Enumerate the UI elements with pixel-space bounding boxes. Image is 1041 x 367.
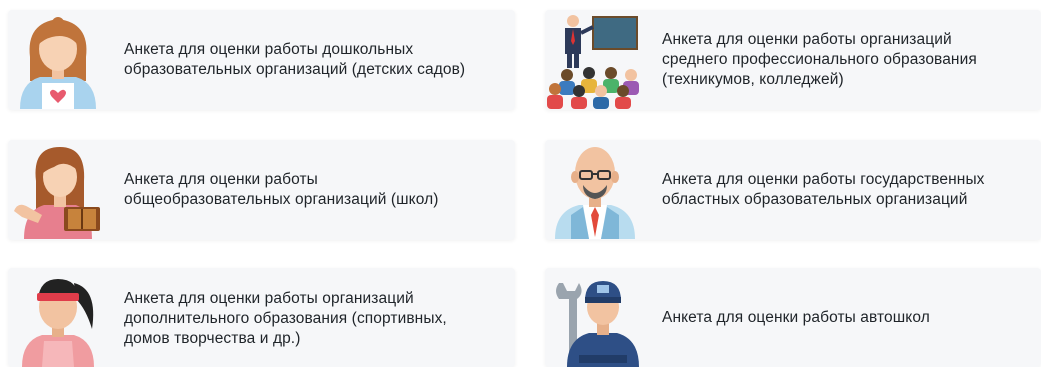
survey-card-colleges[interactable]: Анкета для оценки работы организаций сред… bbox=[545, 10, 1041, 110]
female-teacher-kindergarten-icon bbox=[10, 10, 106, 110]
card-label: Анкета для оценки работы организаций допо… bbox=[124, 290, 447, 347]
survey-card-schools[interactable]: Анкета для оценки работы общеобразователь… bbox=[8, 140, 515, 240]
mechanic-with-wrench-icon bbox=[545, 268, 645, 367]
survey-card-driving-schools[interactable]: Анкета для оценки работы автошкол bbox=[545, 268, 1041, 367]
card-label: Анкета для оценки работы общеобразователь… bbox=[124, 171, 439, 208]
sports-coach-headband-icon bbox=[10, 268, 106, 367]
survey-card-kindergartens[interactable]: Анкета для оценки работы дошкольных образ… bbox=[8, 10, 515, 110]
bald-man-with-glasses-icon bbox=[545, 140, 645, 240]
survey-card-additional-education[interactable]: Анкета для оценки работы организаций допо… bbox=[8, 268, 515, 367]
card-label: Анкета для оценки работы государственных… bbox=[662, 171, 985, 208]
card-label: Анкета для оценки работы автошкол bbox=[662, 309, 930, 326]
lecturer-with-students-icon bbox=[545, 10, 645, 110]
card-label: Анкета для оценки работы организаций сред… bbox=[662, 31, 977, 88]
female-teacher-with-book-icon bbox=[10, 140, 106, 240]
card-label: Анкета для оценки работы дошкольных образ… bbox=[124, 41, 466, 78]
survey-card-regional-state[interactable]: Анкета для оценки работы государственных… bbox=[545, 140, 1041, 240]
